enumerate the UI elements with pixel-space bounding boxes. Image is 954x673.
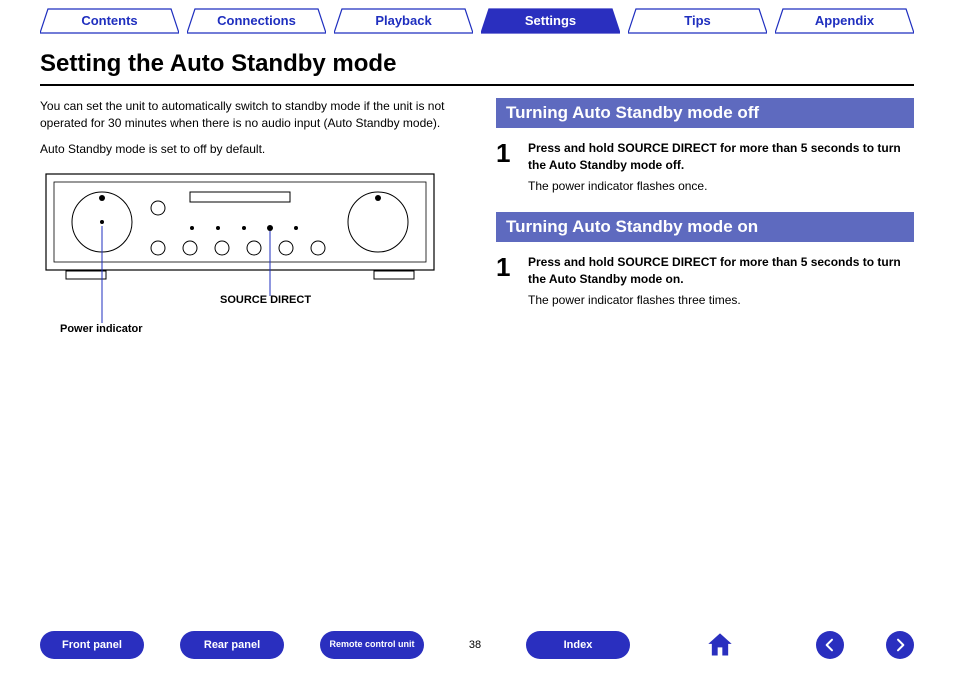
- step-plain-text: The power indicator flashes once.: [528, 178, 914, 195]
- step-off: 1 Press and hold SOURCE DIRECT for more …: [496, 140, 914, 194]
- rear-panel-button[interactable]: Rear panel: [180, 631, 284, 659]
- pill-label: Remote control unit: [330, 640, 415, 650]
- page-title: Setting the Auto Standby mode: [0, 38, 954, 82]
- index-button[interactable]: Index: [526, 631, 630, 659]
- pill-label: Index: [564, 639, 593, 651]
- step-bold-text: Press and hold SOURCE DIRECT for more th…: [528, 254, 914, 288]
- left-column: You can set the unit to automatically sw…: [40, 98, 460, 348]
- arrow-left-icon: [822, 637, 838, 653]
- intro-paragraph-2: Auto Standby mode is set to off by defau…: [40, 141, 460, 158]
- arrow-right-icon: [892, 637, 908, 653]
- prev-page-button[interactable]: [816, 631, 844, 659]
- device-svg: [40, 168, 440, 348]
- step-plain-text: The power indicator flashes three times.: [528, 292, 914, 309]
- right-column: Turning Auto Standby mode off 1 Press an…: [496, 98, 914, 348]
- callout-source-direct: SOURCE DIRECT: [220, 294, 311, 306]
- remote-control-button[interactable]: Remote control unit: [320, 631, 424, 659]
- pill-label: Front panel: [62, 639, 122, 651]
- tab-label: Appendix: [815, 13, 874, 28]
- body-columns: You can set the unit to automatically sw…: [0, 98, 954, 348]
- section-heading-off: Turning Auto Standby mode off: [496, 98, 914, 128]
- section-heading-on: Turning Auto Standby mode on: [496, 212, 914, 242]
- device-diagram: SOURCE DIRECT Power indicator: [40, 168, 440, 348]
- page-number: 38: [460, 639, 490, 651]
- front-panel-button[interactable]: Front panel: [40, 631, 144, 659]
- step-number: 1: [496, 254, 518, 308]
- tab-appendix[interactable]: Appendix: [775, 8, 914, 34]
- tab-playback[interactable]: Playback: [334, 8, 473, 34]
- tab-tips[interactable]: Tips: [628, 8, 767, 34]
- step-number: 1: [496, 140, 518, 194]
- tab-label: Contents: [81, 13, 137, 28]
- bottom-nav: Front panel Rear panel Remote control un…: [0, 631, 954, 659]
- callout-power-indicator: Power indicator: [60, 323, 143, 335]
- pill-label: Rear panel: [204, 639, 260, 651]
- tab-settings[interactable]: Settings: [481, 8, 620, 34]
- tab-label: Tips: [684, 13, 711, 28]
- tab-label: Playback: [375, 13, 431, 28]
- home-icon[interactable]: [706, 631, 734, 659]
- tab-label: Connections: [217, 13, 296, 28]
- title-rule: [40, 84, 914, 86]
- tab-contents[interactable]: Contents: [40, 8, 179, 34]
- next-page-button[interactable]: [886, 631, 914, 659]
- tab-connections[interactable]: Connections: [187, 8, 326, 34]
- step-bold-text: Press and hold SOURCE DIRECT for more th…: [528, 140, 914, 174]
- top-tabs: Contents Connections Playback Settings T…: [0, 0, 954, 38]
- intro-paragraph-1: You can set the unit to automatically sw…: [40, 98, 460, 133]
- step-on: 1 Press and hold SOURCE DIRECT for more …: [496, 254, 914, 308]
- tab-label: Settings: [525, 13, 576, 28]
